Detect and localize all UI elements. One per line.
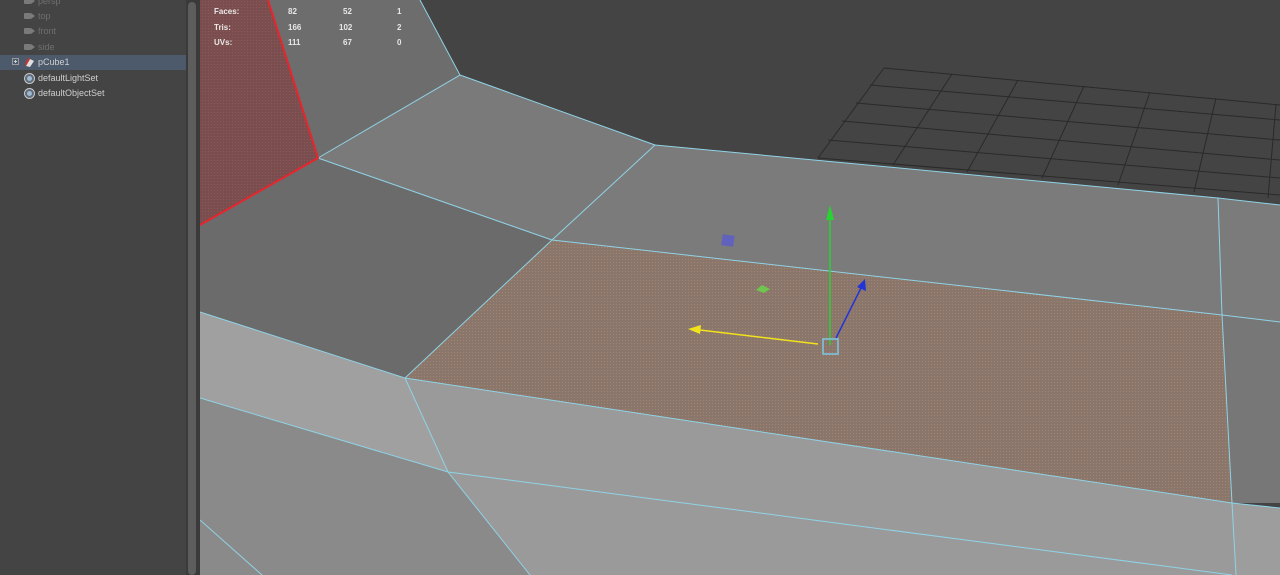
hud-value: 111 (288, 38, 301, 47)
outliner-item-pcube1[interactable]: pCube1 (0, 55, 186, 70)
outliner-item-label: persp (38, 0, 61, 6)
hud-label-faces: Faces: (214, 7, 240, 16)
hud-value: 2 (397, 23, 402, 32)
outliner-item-defaultobjectset[interactable]: defaultObjectSet (0, 86, 186, 101)
poly-count-hud: Faces: 82 52 1 Tris: 166 102 2 UVs: 111 … (214, 0, 414, 50)
outliner-panel: persp top front side pCube1 defaultLight… (0, 0, 186, 575)
set-icon (24, 73, 35, 84)
hud-value: 1 (397, 7, 402, 16)
outliner-item-label: top (38, 11, 51, 21)
camera-icon (24, 0, 35, 4)
outliner-item-label: defaultLightSet (38, 73, 99, 83)
outliner-item-label: front (38, 26, 57, 36)
hud-label-tris: Tris: (214, 23, 231, 32)
camera-icon (24, 13, 35, 19)
hud-value: 166 (288, 23, 302, 32)
outliner-item-label: pCube1 (38, 57, 70, 67)
scrollbar-thumb[interactable] (188, 2, 196, 575)
outliner-item-label: defaultObjectSet (38, 88, 105, 98)
hud-value: 67 (343, 38, 352, 47)
outliner-item-top[interactable]: top (0, 9, 186, 24)
outliner-item-label: side (38, 42, 55, 52)
camera-icon (24, 44, 35, 50)
expand-icon[interactable] (12, 58, 19, 65)
outliner-item-front[interactable]: front (0, 24, 186, 39)
hud-value: 82 (288, 7, 297, 16)
hud-value: 0 (397, 38, 402, 47)
outliner-item-persp[interactable]: persp (0, 0, 186, 9)
outliner-scrollbar[interactable] (186, 0, 200, 575)
mesh-cube-icon (25, 58, 34, 67)
hud-value: 102 (339, 23, 353, 32)
hud-value: 52 (343, 7, 352, 16)
viewport-3d[interactable] (200, 0, 1280, 575)
camera-icon (24, 28, 35, 34)
outliner-item-defaultlightset[interactable]: defaultLightSet (0, 71, 186, 86)
hud-label-uvs: UVs: (214, 38, 233, 47)
set-icon (24, 88, 35, 99)
outliner-item-side[interactable]: side (0, 40, 186, 55)
